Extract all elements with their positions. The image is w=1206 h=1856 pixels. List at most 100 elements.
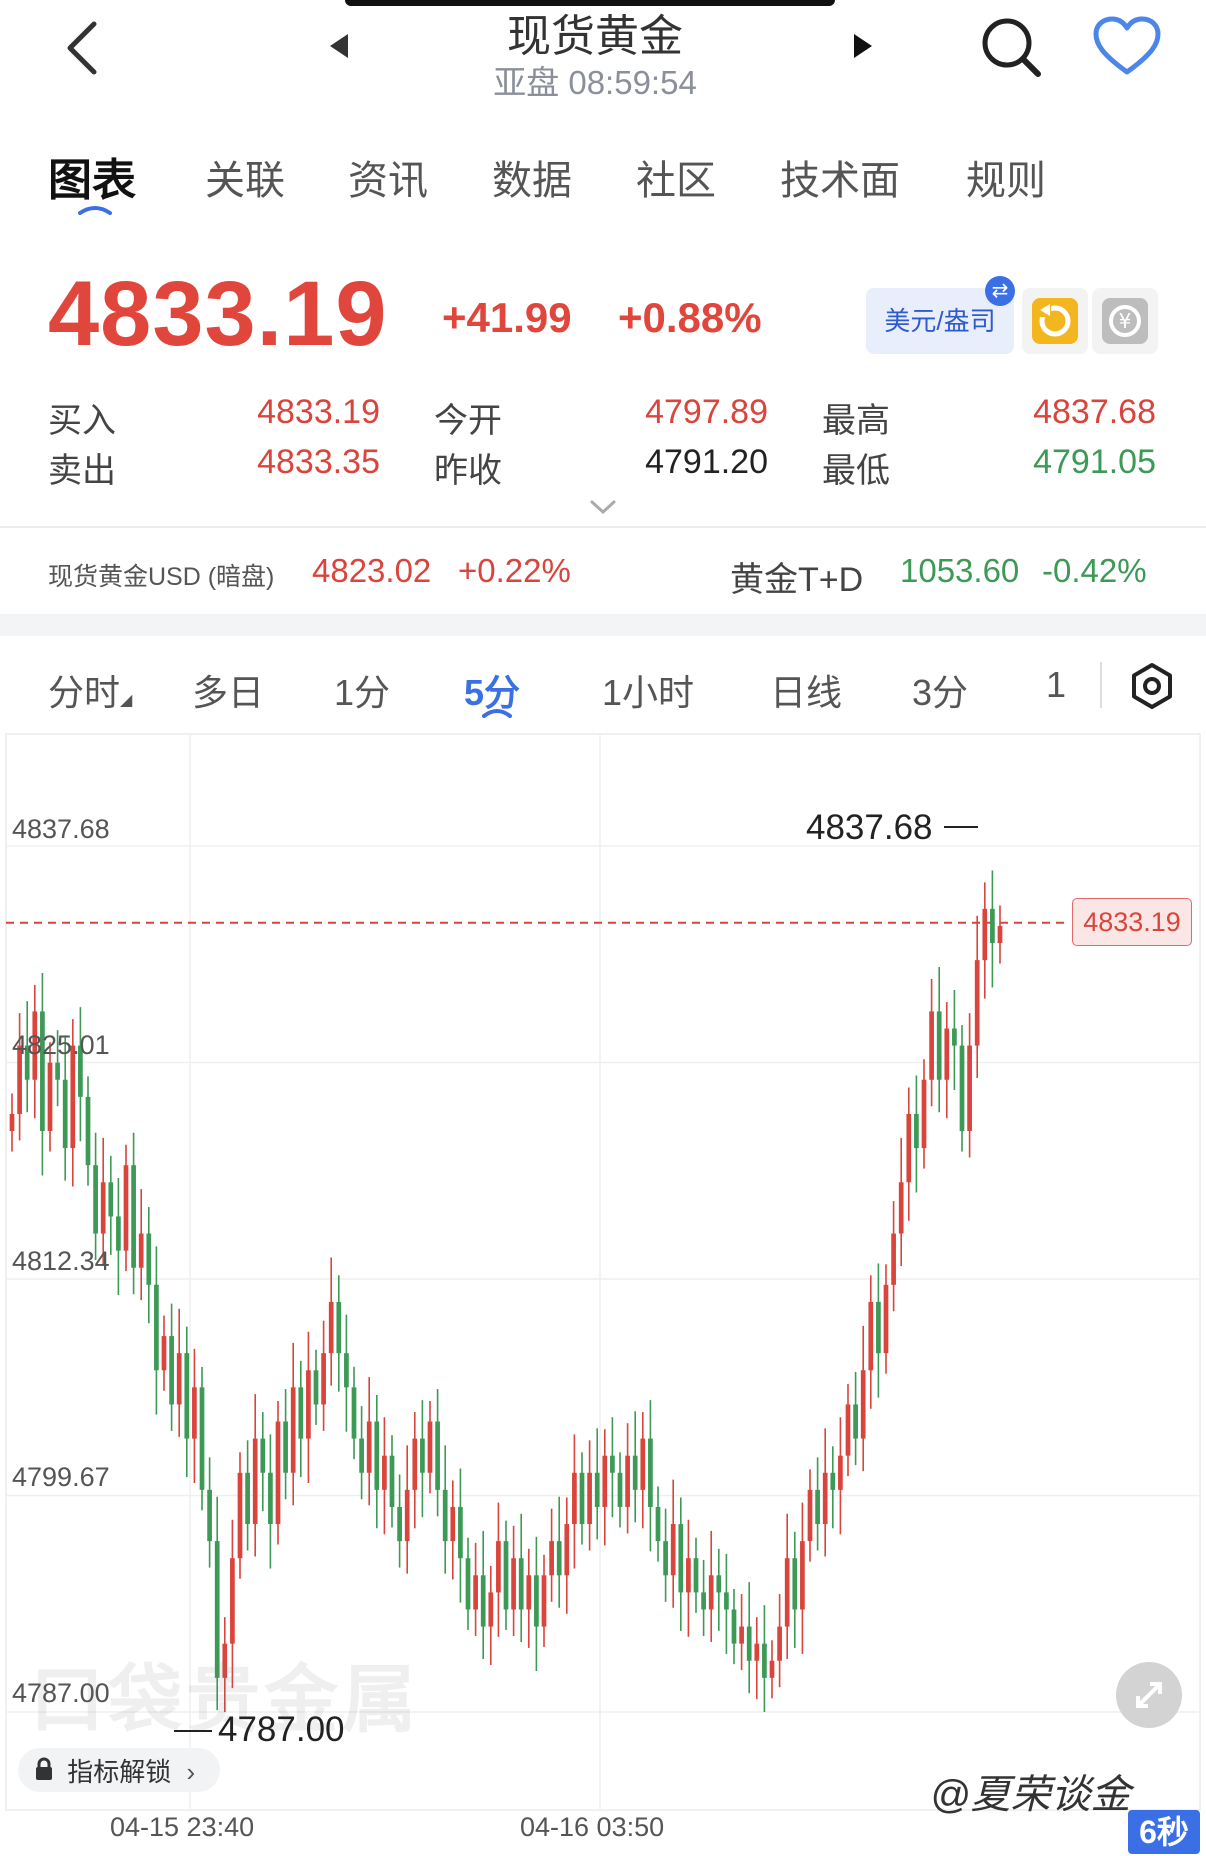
candle-body — [230, 1558, 235, 1644]
tab-data[interactable]: 数据 — [492, 148, 572, 206]
candle-body — [655, 1506, 661, 1542]
candle-body — [321, 1353, 326, 1405]
tab-news[interactable]: 资讯 — [348, 148, 428, 206]
chevron-right-icon: › — [186, 1757, 196, 1788]
candle-body — [838, 1455, 843, 1490]
period-tab-more[interactable]: 1 — [1046, 664, 1066, 706]
candle-body — [298, 1387, 304, 1439]
tab-technical[interactable]: 技术面 — [780, 148, 900, 206]
candle-body — [982, 908, 988, 961]
currency-button[interactable]: ¥ — [1092, 288, 1158, 354]
candle-body — [967, 1045, 972, 1132]
candle-body — [465, 1558, 471, 1610]
candle-body — [731, 1609, 737, 1644]
candle-body — [435, 1421, 440, 1490]
prev-icon[interactable] — [326, 30, 352, 62]
high-value: 4837.68 — [1033, 393, 1156, 431]
candle-body — [442, 1489, 448, 1542]
currency-icon: ¥ — [1102, 298, 1148, 344]
candle-body — [161, 1336, 167, 1371]
unlock-label: 指标解锁 — [67, 1757, 172, 1788]
period-active-indicator — [482, 709, 512, 718]
section-separator — [0, 614, 1206, 636]
candle-body — [359, 1438, 364, 1473]
refresh-button[interactable] — [1022, 288, 1088, 354]
candle-body — [587, 1472, 592, 1525]
tab-active-indicator — [78, 206, 112, 215]
candle-body — [199, 1387, 205, 1490]
candle-body — [290, 1387, 296, 1473]
candle-body — [914, 1113, 919, 1149]
svg-text:¥: ¥ — [1119, 309, 1132, 333]
low-marker-label: 4787.00 — [218, 1710, 345, 1749]
page-title: 现货黄金 — [507, 12, 683, 61]
dropdown-triangle-icon: ◢ — [120, 692, 133, 709]
candle-body — [708, 1575, 714, 1610]
candle-body — [207, 1489, 212, 1542]
candle-body — [131, 1165, 136, 1268]
candle-body — [686, 1558, 691, 1593]
candle-body — [693, 1558, 699, 1593]
candle-body — [100, 1182, 106, 1234]
period-tab-multiday[interactable]: 多日 — [192, 664, 264, 716]
tab-related[interactable]: 关联 — [205, 148, 285, 206]
search-icon[interactable] — [978, 14, 1044, 80]
candle-body — [176, 1353, 182, 1405]
candle-body — [617, 1472, 623, 1507]
candle-body — [252, 1438, 258, 1525]
related-td-label[interactable]: 黄金T+D — [730, 552, 863, 601]
heart-icon[interactable] — [1092, 16, 1162, 78]
related-usd-label[interactable]: 现货黄金USD (暗盘) — [48, 557, 274, 593]
tab-rules[interactable]: 规则 — [966, 148, 1046, 206]
related-td-price: 1053.60 — [900, 552, 1020, 589]
period-tab-1min[interactable]: 1分 — [334, 664, 390, 716]
tab-community[interactable]: 社区 — [636, 148, 716, 206]
back-icon[interactable] — [58, 18, 108, 78]
candle-body — [62, 1079, 68, 1149]
x-tick-label: 04-16 03:50 — [520, 1812, 665, 1842]
period-tab-3min[interactable]: 3分 — [912, 664, 968, 716]
expand-arrows-icon — [1136, 1682, 1162, 1708]
period-tab-1hour[interactable]: 1小时 — [602, 664, 694, 716]
low-marker-line — [174, 1730, 212, 1732]
tab-chart[interactable]: 图表 — [48, 144, 136, 208]
author-credit: @夏荣谈金 — [930, 1773, 1131, 1817]
candle-body — [85, 1096, 91, 1166]
price-change: +41.99 — [442, 294, 572, 341]
candle-body — [860, 1370, 866, 1439]
candle-body — [921, 1079, 927, 1149]
candle-body — [169, 1336, 174, 1405]
next-icon[interactable] — [850, 30, 876, 62]
candle-body — [9, 1113, 15, 1132]
candle-body — [640, 1438, 646, 1490]
chevron-down-icon[interactable] — [588, 496, 618, 518]
candle-body — [815, 1489, 820, 1525]
candle-body — [518, 1558, 524, 1610]
candle-body — [541, 1575, 547, 1627]
settings-icon[interactable] — [1128, 662, 1176, 710]
candle-body — [344, 1353, 349, 1388]
candle-body — [610, 1455, 615, 1473]
prev-close-label: 昨收 — [434, 452, 502, 490]
candle-body — [389, 1455, 395, 1507]
candle-body — [534, 1575, 539, 1627]
period-tab-daily[interactable]: 日线 — [770, 664, 842, 716]
candle-body — [792, 1558, 798, 1610]
divider — [1100, 662, 1102, 708]
candle-body — [564, 1524, 570, 1576]
unlock-indicators-button[interactable]: 指标解锁 › — [18, 1748, 220, 1792]
period-tab-timeshare[interactable]: 分时◢ — [48, 664, 132, 716]
candle-body — [154, 1284, 159, 1371]
low-label: 最低 — [822, 452, 890, 490]
related-usd-pct: +0.22% — [458, 552, 571, 589]
candle-body — [488, 1592, 494, 1627]
candle-body — [382, 1455, 387, 1490]
refresh-interval-badge: 6秒 — [1128, 1810, 1200, 1854]
candle-body — [632, 1455, 638, 1490]
lock-icon — [34, 1750, 54, 1794]
fullscreen-button[interactable] — [1116, 1662, 1182, 1728]
open-label: 今开 — [434, 402, 502, 440]
buy-value: 4833.19 — [257, 393, 380, 431]
candle-body — [845, 1404, 851, 1456]
candle-body — [184, 1353, 190, 1439]
